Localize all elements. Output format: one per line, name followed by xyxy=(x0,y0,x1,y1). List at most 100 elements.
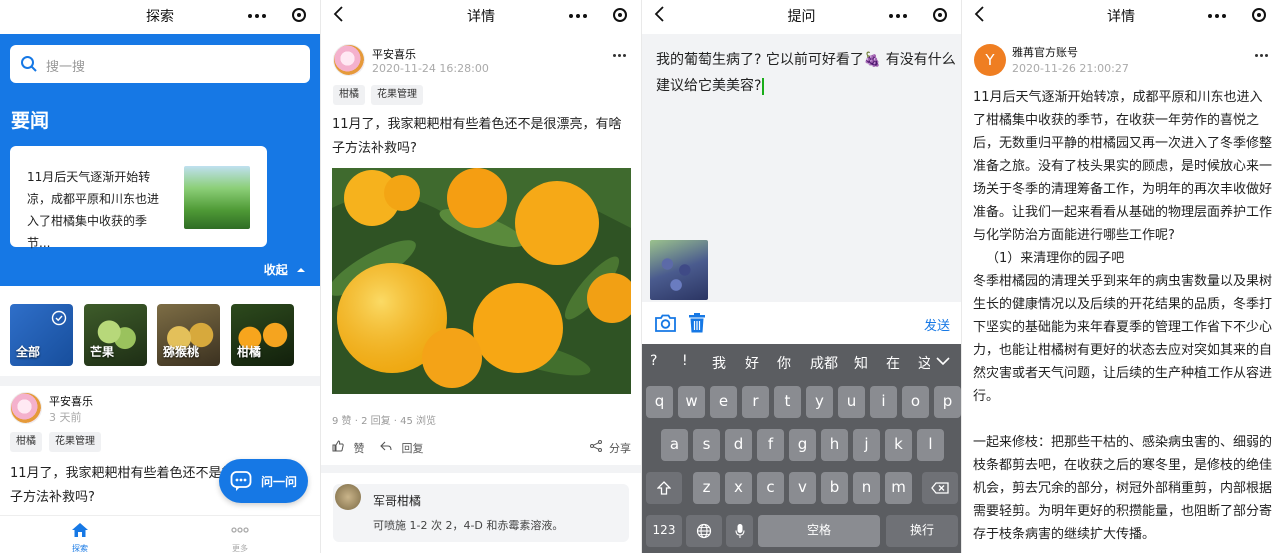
more-icon[interactable] xyxy=(569,14,587,18)
collapse-button[interactable]: 收起 xyxy=(264,261,306,278)
like-button[interactable]: 赞 xyxy=(332,440,365,456)
news-card[interactable]: 11月后天气逐渐开始转凉，成都平原和川东也进入了柑橘集中收获的季节... xyxy=(10,146,267,250)
globe-key[interactable] xyxy=(686,515,722,547)
expand-candidates-icon[interactable] xyxy=(936,356,950,366)
tag-chip[interactable]: 花果管理 xyxy=(49,432,101,452)
more-icon[interactable] xyxy=(889,14,907,18)
question-text[interactable]: 我的葡萄生病了? 它以前可好看了🍇 有没有什么建议给它美美容? xyxy=(656,47,956,99)
key-j[interactable]: j xyxy=(853,429,880,461)
close-target-icon[interactable] xyxy=(1252,8,1266,22)
key-s[interactable]: s xyxy=(693,429,720,461)
navbar: 详情 xyxy=(962,0,1280,30)
key-w[interactable]: w xyxy=(678,386,705,418)
category-label: 芒果 xyxy=(90,345,115,359)
trash-icon[interactable] xyxy=(688,313,706,333)
key-k[interactable]: k xyxy=(885,429,912,461)
oranges-photo xyxy=(332,168,631,394)
key-g[interactable]: g xyxy=(789,429,816,461)
candidate-word[interactable]: ! xyxy=(682,353,688,369)
category-mango[interactable]: 芒果 xyxy=(84,304,147,366)
avatar[interactable] xyxy=(333,44,365,76)
text-cursor xyxy=(762,77,765,95)
commenter-avatar[interactable] xyxy=(335,484,361,510)
news-text: 11月后天气逐渐开始转凉，成都平原和川东也进入了柑橘集中收获的季节... xyxy=(27,170,160,250)
more-icon[interactable] xyxy=(1208,14,1226,18)
attached-image-grapes[interactable] xyxy=(650,240,708,300)
send-button[interactable]: 发送 xyxy=(924,315,950,334)
key-e[interactable]: e xyxy=(710,386,737,418)
post-stats: 9 赞 · 2 回复 · 45 浏览 xyxy=(332,416,437,427)
shift-key[interactable] xyxy=(646,472,682,504)
return-key[interactable]: 换行 xyxy=(886,515,958,547)
key-a[interactable]: a xyxy=(661,429,688,461)
mic-key[interactable] xyxy=(726,515,753,547)
share-button[interactable]: 分享 xyxy=(589,440,631,456)
key-y[interactable]: y xyxy=(806,386,833,418)
key-t[interactable]: t xyxy=(774,386,801,418)
candidate-word[interactable]: 成都 xyxy=(810,353,838,373)
ask-question-button[interactable]: 问一问 xyxy=(219,459,308,503)
close-target-icon[interactable] xyxy=(933,8,947,22)
reply-button[interactable]: 回复 xyxy=(380,440,424,456)
category-kiwi[interactable]: 猕猴桃 xyxy=(157,304,220,366)
avatar[interactable] xyxy=(10,392,42,424)
candidate-word[interactable]: 在 xyxy=(886,353,900,373)
candidate-word[interactable]: 我 xyxy=(712,353,726,373)
comment-card[interactable]: 军哥柑橘 可喷施 1-2 次 2，4-D 和赤霉素溶液。 xyxy=(333,484,629,542)
category-all[interactable]: 全部 xyxy=(10,304,73,366)
search-input[interactable]: 搜一搜 xyxy=(10,45,310,83)
tag-chip[interactable]: 花果管理 xyxy=(371,85,423,105)
reply-icon xyxy=(380,441,392,451)
tab-more[interactable]: 更多 xyxy=(210,522,270,553)
close-target-icon[interactable] xyxy=(292,8,306,22)
category-citrus[interactable]: 柑橘 xyxy=(231,304,294,366)
candidate-word[interactable]: 好 xyxy=(745,353,759,373)
article-blank-line xyxy=(973,408,1275,431)
post-actions: 赞 回复 分享 xyxy=(332,440,631,456)
key-q[interactable]: q xyxy=(646,386,673,418)
camera-icon[interactable] xyxy=(655,314,676,332)
tab-explore[interactable]: 探索 xyxy=(50,522,110,553)
candidate-word[interactable]: ? xyxy=(650,353,657,369)
delete-key[interactable] xyxy=(922,472,958,504)
key-b[interactable]: b xyxy=(821,472,848,504)
key-u[interactable]: u xyxy=(838,386,865,418)
post-more-icon[interactable] xyxy=(613,54,627,58)
more-icon[interactable] xyxy=(248,14,266,18)
key-x[interactable]: x xyxy=(725,472,752,504)
divider xyxy=(0,376,320,386)
compose-toolbar: 发送 xyxy=(642,302,961,344)
news-thumbnail xyxy=(184,166,250,229)
tag-chip[interactable]: 柑橘 xyxy=(333,85,365,105)
key-d[interactable]: d xyxy=(725,429,752,461)
article-paragraph: 冬季柑橘园的清理关乎到来年的病虫害数量以及果树生长的健康情况以及后续的开花结果的… xyxy=(973,274,1273,404)
key-r[interactable]: r xyxy=(742,386,769,418)
ios-keyboard: ? ! 我 好 你 成都 知 在 这 q w e r t y u i o p a… xyxy=(642,344,961,553)
candidate-word[interactable]: 你 xyxy=(777,353,791,373)
category-label: 全部 xyxy=(16,345,41,359)
home-icon xyxy=(72,523,88,537)
key-p[interactable]: p xyxy=(934,386,961,418)
key-f[interactable]: f xyxy=(757,429,784,461)
key-c[interactable]: c xyxy=(757,472,784,504)
key-i[interactable]: i xyxy=(870,386,897,418)
key-o[interactable]: o xyxy=(902,386,929,418)
tag-chip[interactable]: 柑橘 xyxy=(10,432,42,452)
category-list: 全部 芒果 猕猴桃 柑橘 xyxy=(10,304,310,366)
space-key[interactable]: 空格 xyxy=(758,515,880,547)
check-circle-icon xyxy=(51,310,67,326)
avatar[interactable]: Y xyxy=(974,44,1006,76)
candidate-word[interactable]: 知 xyxy=(854,353,868,373)
key-l[interactable]: l xyxy=(917,429,944,461)
candidate-word[interactable]: 这 xyxy=(918,353,930,373)
key-z[interactable]: z xyxy=(693,472,720,504)
close-target-icon[interactable] xyxy=(613,8,627,22)
key-v[interactable]: v xyxy=(789,472,816,504)
question-value: 我的葡萄生病了? 它以前可好看了🍇 有没有什么建议给它美美容? xyxy=(656,52,956,94)
key-h[interactable]: h xyxy=(821,429,848,461)
numbers-key[interactable]: 123 xyxy=(646,515,682,547)
key-m[interactable]: m xyxy=(885,472,912,504)
key-n[interactable]: n xyxy=(853,472,880,504)
post-more-icon[interactable] xyxy=(1255,54,1269,58)
post-image[interactable] xyxy=(332,168,631,394)
